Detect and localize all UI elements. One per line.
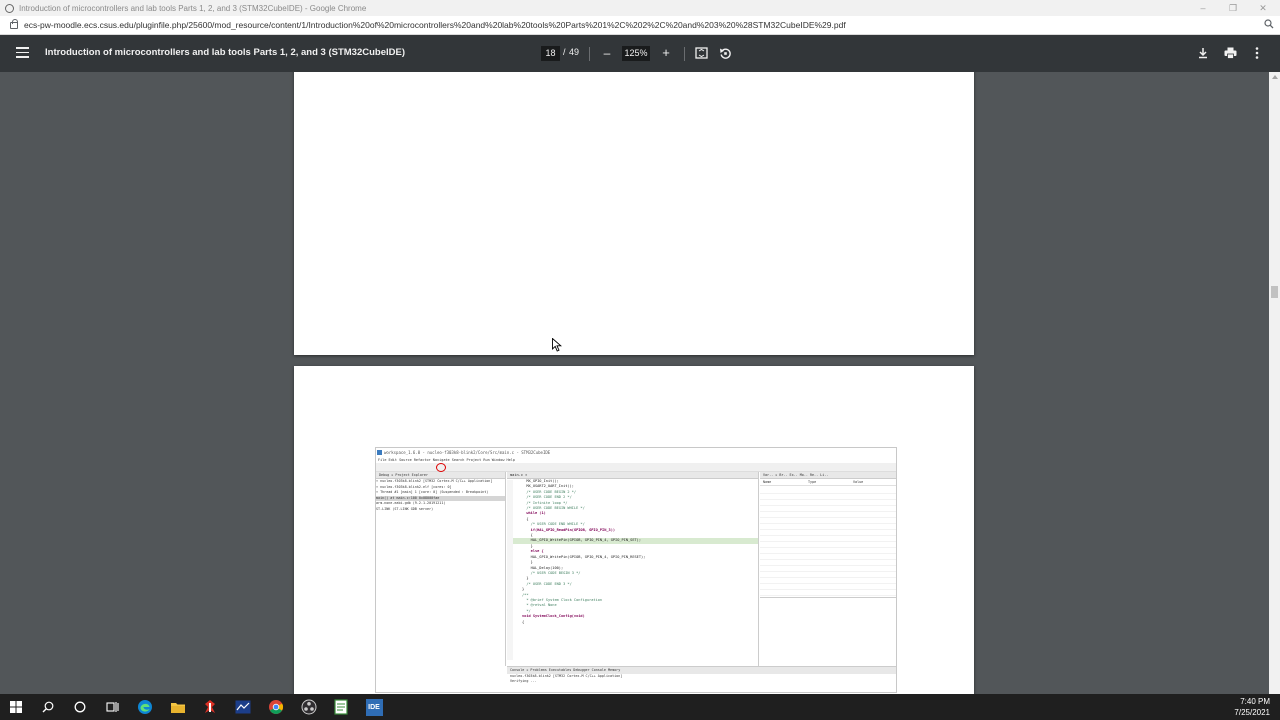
- restore-button[interactable]: ❐: [1218, 0, 1248, 16]
- ide-variables-panel: Var.. ✕ Br.. Ex.. Mo.. Re.. Li.. Name Ty…: [760, 472, 896, 666]
- hamburger-menu-icon[interactable]: [16, 47, 29, 58]
- viewer-scrollbar[interactable]: [1269, 72, 1280, 694]
- document-title: Introduction of microcontrollers and lab…: [45, 47, 405, 58]
- ide-app-icon: [377, 450, 382, 455]
- browser-titlebar: Introduction of microcontrollers and lab…: [0, 0, 1280, 16]
- notepad-green-icon[interactable]: [325, 694, 357, 720]
- page-count: 49: [569, 47, 580, 57]
- lock-icon[interactable]: [10, 18, 18, 29]
- stm32cubeide-icon[interactable]: IDE: [358, 694, 390, 720]
- console-line: Verifying ...: [510, 679, 537, 683]
- ide-screenshot-image: workspace_1.6.0 - nucleo-f303k8-blink2/C…: [375, 447, 897, 693]
- obs-icon[interactable]: [293, 694, 325, 720]
- pdf-viewer[interactable]: workspace_1.6.0 - nucleo-f303k8-blink2/C…: [0, 72, 1280, 694]
- more-options-icon[interactable]: [1249, 45, 1265, 61]
- url-text[interactable]: ecs-pw-moodle.ecs.csus.edu/pluginfile.ph…: [24, 20, 846, 30]
- debug-tabs: Debug ✕ Project Explorer: [376, 472, 505, 479]
- code-gutter: [507, 480, 513, 660]
- page-number-input[interactable]: 18: [541, 46, 560, 61]
- rotate-icon[interactable]: [717, 45, 733, 61]
- variables-grid: [760, 488, 896, 598]
- pdf-toolbar: Introduction of microcontrollers and lab…: [0, 35, 1280, 72]
- toolbar-divider: [684, 47, 685, 61]
- download-icon[interactable]: [1195, 45, 1211, 61]
- window-title: Introduction of microcontrollers and lab…: [19, 3, 367, 13]
- ide-debug-panel: Debug ✕ Project Explorer ▾ nucleo-f303k8…: [376, 472, 506, 666]
- scrollbar-thumb[interactable]: [1271, 286, 1278, 298]
- toolbar-divider: [589, 47, 590, 61]
- task-view-icon[interactable]: [96, 694, 128, 720]
- col-value: Value: [853, 480, 864, 484]
- variables-tabs: Var.. ✕ Br.. Ex.. Mo.. Re.. Li..: [760, 472, 896, 479]
- debug-line: ST-LINK (ST-LINK GDB server): [376, 506, 434, 511]
- debug-line: ▾ Thread #1 [main] 1 [core: 0] (Suspende…: [376, 490, 489, 494]
- cortana-icon[interactable]: [64, 694, 96, 720]
- highlight-circle-annotation: [436, 463, 446, 472]
- ide-title-bar: workspace_1.6.0 - nucleo-f303k8-blink2/C…: [376, 448, 896, 457]
- windows-start-icon[interactable]: [0, 694, 32, 720]
- col-type: Type: [808, 480, 817, 484]
- address-bar[interactable]: ecs-pw-moodle.ecs.csus.edu/pluginfile.ph…: [0, 16, 1280, 35]
- print-icon[interactable]: [1222, 45, 1238, 61]
- search-icon[interactable]: [32, 694, 64, 720]
- chrome-favicon-icon: [5, 3, 14, 13]
- zoom-in-button[interactable]: +: [659, 45, 673, 61]
- scroll-up-arrow-icon[interactable]: [1272, 75, 1278, 79]
- page-separator: /: [563, 47, 566, 57]
- edge-icon[interactable]: [129, 694, 161, 720]
- console-tabs: Console ✕ Problems Executables Debugger …: [507, 667, 896, 674]
- system-clock[interactable]: 7:40 PM 7/25/2021: [1234, 696, 1270, 718]
- fit-to-page-icon[interactable]: [693, 45, 709, 61]
- code-line: {: [522, 619, 525, 624]
- pdf-page-blank: [294, 72, 974, 355]
- zoom-out-button[interactable]: –: [600, 45, 614, 61]
- col-name: Name: [763, 480, 772, 484]
- code-tab: main.c ✕: [507, 472, 758, 479]
- file-explorer-icon[interactable]: [162, 694, 194, 720]
- code-lines: MX_GPIO_Init(); MX_USART2_UART_Init(); /…: [507, 479, 758, 625]
- ide-console-panel: Console ✕ Problems Executables Debugger …: [507, 666, 896, 692]
- windows-taskbar: IDE 7:40 PM 7/25/2021: [0, 694, 1280, 720]
- zoom-magnifier-icon[interactable]: [1264, 19, 1274, 32]
- mouse-cursor-icon: [552, 338, 562, 352]
- ide-toolbar: [376, 463, 896, 472]
- red-app-icon[interactable]: [194, 694, 226, 720]
- clock-time: 7:40 PM: [1240, 697, 1270, 706]
- variables-header: Name Type Value: [760, 479, 896, 486]
- ide-code-editor: main.c ✕ MX_GPIO_Init(); MX_USART2_UART_…: [507, 472, 759, 666]
- ide-badge: IDE: [365, 698, 383, 716]
- zoom-level-input[interactable]: 125%: [622, 46, 650, 61]
- clock-date: 7/25/2021: [1234, 708, 1270, 717]
- chrome-icon[interactable]: [260, 694, 292, 720]
- pdf-page-screenshot: workspace_1.6.0 - nucleo-f303k8-blink2/C…: [294, 366, 974, 694]
- ide-title-text: workspace_1.6.0 - nucleo-f303k8-blink2/C…: [384, 450, 551, 455]
- minimize-button[interactable]: –: [1188, 0, 1218, 16]
- close-button[interactable]: ✕: [1248, 0, 1278, 16]
- debug-line: ▾ nucleo-f303k8-blink2 [STM32 Cortex-M C…: [376, 479, 493, 483]
- blue-app-icon[interactable]: [227, 694, 259, 720]
